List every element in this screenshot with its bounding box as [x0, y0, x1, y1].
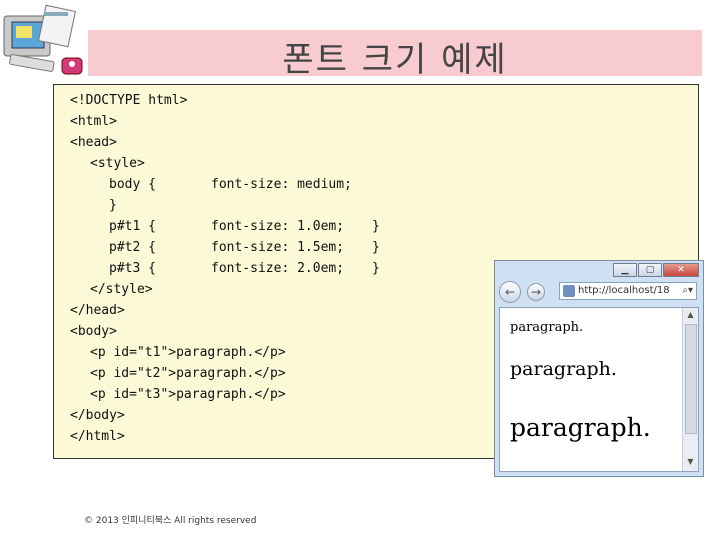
code-brace: }: [372, 240, 380, 255]
copyright-footer: © 2013 인피니티북스 All rights reserved: [84, 516, 257, 526]
search-icon[interactable]: ⌕▾: [682, 283, 693, 299]
code-line: </body>: [70, 408, 125, 423]
code-line: </head>: [70, 303, 125, 318]
page-icon: [563, 285, 575, 297]
code-rule: font-size: medium;: [211, 177, 352, 192]
paragraph-t2: paragraph.: [510, 358, 617, 380]
forward-arrow-icon[interactable]: →: [527, 283, 545, 301]
code-rule: font-size: 1.5em;: [211, 240, 345, 255]
scroll-up-icon[interactable]: ▲: [685, 310, 696, 322]
navigation-bar: ← → http://localhost/18 ⌕▾: [499, 281, 699, 305]
vertical-scrollbar[interactable]: ▲ ▼: [682, 308, 698, 471]
code-line: <style>: [90, 156, 145, 171]
scroll-down-icon[interactable]: ▼: [685, 457, 696, 469]
back-arrow-icon[interactable]: ←: [499, 281, 521, 303]
slide-title: 폰트 크기 예제: [282, 40, 508, 80]
code-brace: }: [372, 261, 380, 276]
code-line: <!DOCTYPE html>: [70, 93, 188, 108]
code-line: <p id="t2">paragraph.</p>: [90, 366, 286, 381]
code-rule: font-size: 2.0em;: [211, 261, 345, 276]
browser-window: ▁ ▢ ✕ ← → http://localhost/18 ⌕▾ paragra…: [494, 260, 704, 477]
code-line: <head>: [70, 135, 117, 150]
code-rule: font-size: 1.0em;: [211, 219, 345, 234]
maximize-icon[interactable]: ▢: [638, 263, 662, 277]
code-line: <p id="t3">paragraph.</p>: [90, 387, 286, 402]
title-banner: 폰트 크기 예제: [88, 30, 702, 80]
code-line: <html>: [70, 114, 117, 129]
page-viewport: paragraph. paragraph. paragraph. ▲ ▼: [499, 307, 699, 472]
paragraph-t3: paragraph.: [510, 413, 651, 442]
scroll-thumb[interactable]: [685, 324, 697, 434]
code-brace: }: [372, 219, 380, 234]
computer-clipart-icon: [3, 4, 83, 75]
address-url: http://localhost/: [578, 285, 657, 296]
window-controls: ▁ ▢ ✕: [612, 263, 699, 277]
code-line: </style>: [90, 282, 153, 297]
code-line: }: [109, 198, 117, 213]
code-line: body {: [109, 177, 156, 192]
code-line: p#t1 {: [109, 219, 156, 234]
address-bar[interactable]: http://localhost/18 ⌕▾: [559, 282, 697, 300]
code-line: </html>: [70, 429, 125, 444]
close-icon[interactable]: ✕: [663, 263, 699, 277]
minimize-icon[interactable]: ▁: [613, 263, 637, 277]
code-line: p#t3 {: [109, 261, 156, 276]
paragraph-t1: paragraph.: [510, 320, 584, 335]
address-url-suffix: 18: [656, 285, 670, 296]
code-line: <p id="t1">paragraph.</p>: [90, 345, 286, 360]
code-line: <body>: [70, 324, 117, 339]
code-line: p#t2 {: [109, 240, 156, 255]
